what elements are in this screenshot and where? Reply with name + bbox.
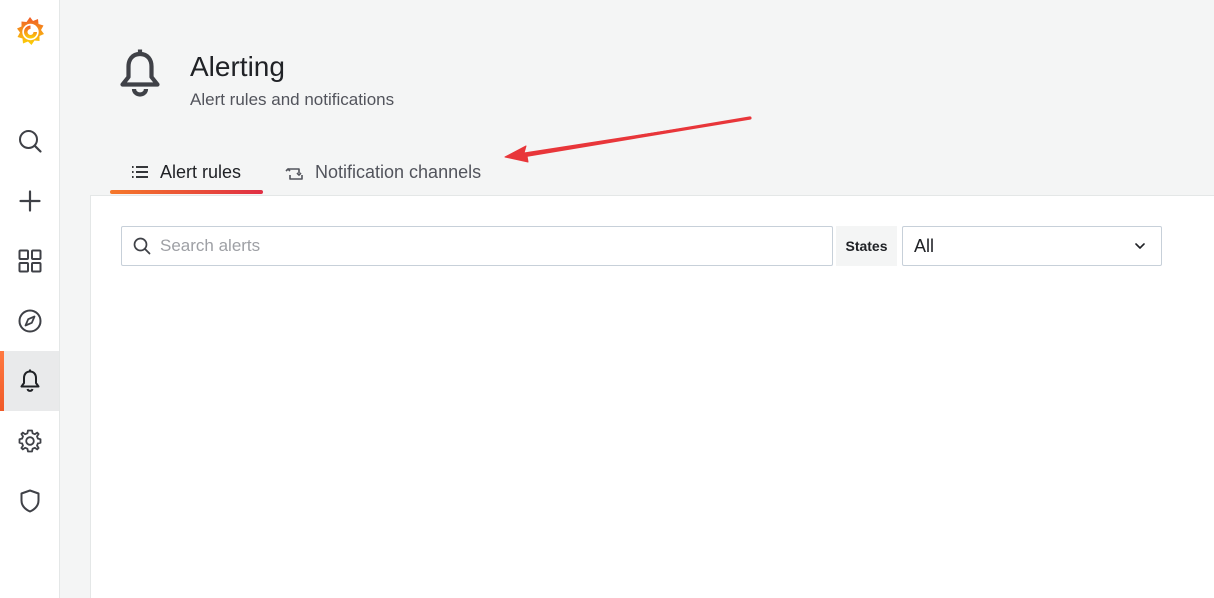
search-icon: [133, 237, 151, 255]
search-icon: [18, 130, 42, 153]
sidebar-item-server-admin[interactable]: [0, 471, 59, 531]
states-select[interactable]: All: [902, 226, 1162, 266]
sidebar-item-configuration[interactable]: [0, 411, 59, 471]
tab-alert-rules[interactable]: Alert rules: [110, 150, 263, 194]
plus-icon: [18, 190, 41, 212]
app-root: Alerting Alert rules and notifications A…: [0, 0, 1214, 598]
sidebar-item-dashboards[interactable]: [0, 231, 59, 291]
search-field[interactable]: [121, 226, 833, 266]
bell-icon: [116, 48, 164, 104]
list-icon: [130, 162, 150, 182]
states-selected-value: All: [914, 235, 935, 256]
sidebar-item-explore[interactable]: [0, 291, 59, 351]
bell-icon: [20, 369, 39, 392]
states-label: States: [836, 226, 897, 266]
tab-notification-channels[interactable]: Notification channels: [285, 150, 481, 194]
search-input[interactable]: [158, 235, 802, 257]
page-subtitle: Alert rules and notifications: [190, 90, 395, 109]
sidebar-item-search[interactable]: [0, 111, 59, 171]
page-title: Alerting: [190, 51, 285, 82]
sidebar-item-alerting[interactable]: [0, 351, 59, 411]
sidebar: [0, 0, 60, 598]
sidebar-item-create[interactable]: [0, 171, 59, 231]
grafana-logo-icon[interactable]: [12, 14, 48, 50]
tab-label: Alert rules: [160, 161, 242, 182]
dashboards-icon: [18, 249, 41, 273]
tab-label: Notification channels: [315, 161, 482, 182]
shield-icon: [20, 489, 39, 513]
active-tab-indicator: [110, 190, 263, 194]
channels-icon: [285, 162, 305, 182]
gear-icon: [18, 429, 41, 453]
explore-compass-icon: [18, 309, 41, 333]
chevron-down-icon: [1135, 243, 1145, 249]
